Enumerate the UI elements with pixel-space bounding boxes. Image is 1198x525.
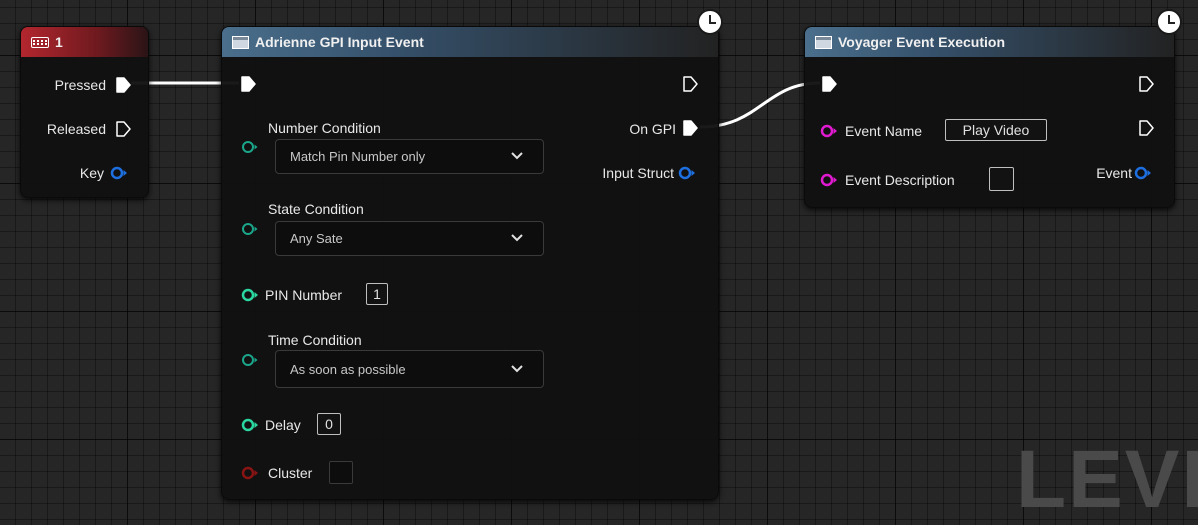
event-name-pin-icon[interactable] — [820, 124, 838, 138]
input-struct-label: Input Struct — [602, 165, 674, 181]
time-condition-pin-icon[interactable] — [241, 353, 259, 367]
cluster-pin-icon[interactable] — [241, 466, 259, 480]
gpi-node-title: Adrienne GPI Input Event — [255, 34, 424, 50]
number-condition-pin-icon[interactable] — [241, 140, 259, 154]
watermark-text: LEVE — [1016, 434, 1198, 525]
voyager-exec-out-pin-icon[interactable] — [1139, 76, 1154, 92]
event-name-label: Event Name — [845, 123, 923, 139]
pressed-exec-pin-icon[interactable] — [116, 77, 131, 93]
number-condition-label: Number Condition — [268, 120, 381, 136]
voyager-event-execution-node[interactable]: Voyager Event Execution Event Name Play … — [804, 26, 1175, 208]
event-struct-pin-icon[interactable] — [1134, 166, 1152, 180]
cluster-label: Cluster — [268, 465, 313, 481]
on-gpi-label: On GPI — [629, 121, 676, 137]
voyager-exec-in-pin-icon[interactable] — [822, 76, 837, 92]
event-name-exec-out-pin-icon[interactable] — [1139, 120, 1154, 136]
released-exec-pin-icon[interactable] — [116, 121, 131, 137]
pressed-pin-label: Pressed — [54, 77, 106, 93]
delay-label: Delay — [265, 417, 301, 433]
event-description-label: Event Description — [845, 172, 955, 188]
event-name-input[interactable]: Play Video — [945, 119, 1047, 141]
delay-pin-icon[interactable] — [241, 418, 259, 432]
state-condition-dropdown[interactable]: Any Sate — [275, 221, 544, 256]
blueprint-graph[interactable]: 1 Pressed Released Key Adrienne GPI Inpu… — [0, 0, 1198, 525]
chevron-down-icon — [511, 234, 523, 242]
key-pin-label: Key — [79, 165, 104, 181]
number-condition-value: Match Pin Number only — [290, 149, 426, 164]
number-condition-dropdown[interactable]: Match Pin Number only — [275, 139, 544, 174]
keyboard-event-node[interactable]: 1 Pressed Released Key — [20, 26, 149, 198]
keyboard-node-title: 1 — [55, 34, 63, 50]
time-condition-value: As soon as possible — [290, 361, 406, 377]
on-gpi-exec-pin-icon[interactable] — [683, 120, 698, 136]
voyager-node-title: Voyager Event Execution — [838, 34, 1006, 50]
key-struct-pin-icon[interactable] — [110, 166, 128, 180]
released-pin-label: Released — [46, 121, 106, 137]
function-icon — [232, 35, 249, 49]
function-icon — [815, 35, 832, 49]
gpi-input-event-node[interactable]: Adrienne GPI Input Event Number Conditio… — [221, 26, 719, 500]
cluster-input[interactable] — [329, 461, 353, 484]
gpi-node-header[interactable]: Adrienne GPI Input Event — [222, 27, 718, 57]
delay-input[interactable]: 0 — [317, 413, 341, 435]
time-condition-dropdown[interactable]: As soon as possible — [275, 350, 544, 388]
keyboard-node-header[interactable]: 1 — [21, 27, 148, 57]
keyboard-icon — [31, 36, 49, 48]
clock-icon — [1156, 9, 1182, 35]
chevron-down-icon — [511, 365, 523, 373]
clock-icon — [697, 9, 723, 35]
input-struct-pin-icon[interactable] — [678, 166, 696, 180]
state-condition-value: Any Sate — [290, 231, 343, 246]
voyager-node-header[interactable]: Voyager Event Execution — [805, 27, 1174, 57]
event-description-input[interactable] — [989, 167, 1014, 191]
state-condition-label: State Condition — [268, 201, 364, 217]
state-condition-pin-icon[interactable] — [241, 222, 259, 236]
event-description-pin-icon[interactable] — [820, 173, 838, 187]
chevron-down-icon — [511, 152, 523, 160]
time-condition-label: Time Condition — [268, 332, 362, 348]
pin-number-pin-icon[interactable] — [241, 288, 259, 302]
pin-number-input[interactable]: 1 — [366, 283, 388, 305]
pin-number-label: PIN Number — [265, 287, 343, 303]
gpi-exec-in-pin-icon[interactable] — [241, 76, 256, 92]
gpi-exec-out-pin-icon[interactable] — [683, 76, 698, 92]
event-output-label: Event — [1096, 165, 1132, 181]
